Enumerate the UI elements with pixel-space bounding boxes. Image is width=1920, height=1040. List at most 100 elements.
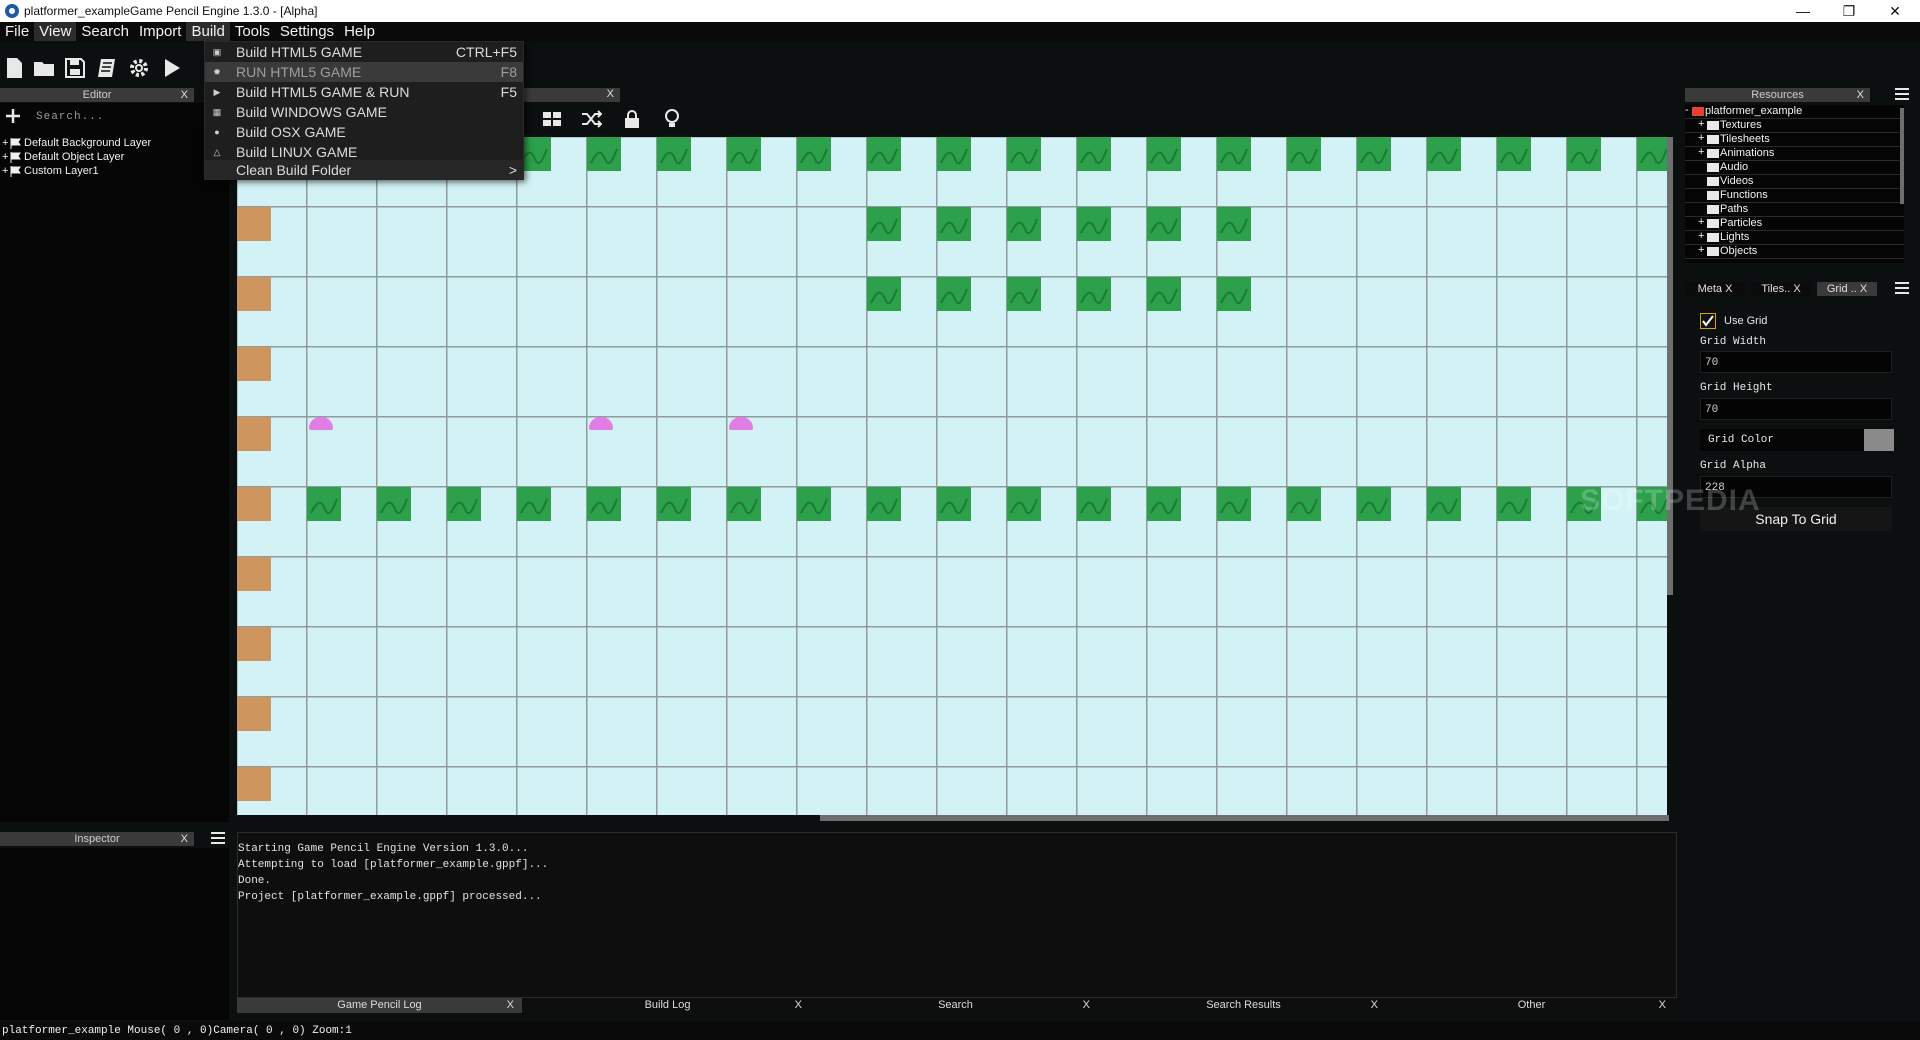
grass-tile [1427,137,1461,171]
menu-tools[interactable]: Tools [230,22,275,41]
lock-icon[interactable] [621,108,643,130]
build-html5-game-run-item[interactable]: ▶ Build HTML5 GAME & RUN F5 [205,82,523,102]
grid-color-swatch[interactable] [1864,429,1894,451]
tab-close-button[interactable]: X [795,998,802,1013]
shuffle-icon[interactable] [580,108,602,130]
folder-icon [1707,135,1719,144]
grass-tile [937,137,971,171]
resources-menu-icon[interactable] [1895,88,1909,100]
grid-view-icon[interactable] [541,108,563,130]
clean-build-folder-item[interactable]: Clean Build Folder > [205,160,523,180]
layer-item[interactable]: + Custom Layer1 [2,165,99,177]
settings-gear-icon[interactable] [127,56,151,80]
menu-build[interactable]: Build [186,22,230,41]
scene-canvas[interactable] [237,137,1667,815]
resources-close-button[interactable]: X [1857,88,1864,102]
folder-icon [1707,219,1719,228]
resource-folder-item[interactable]: Audio [1685,161,1904,175]
tab-close-button[interactable]: X [1371,998,1378,1013]
open-folder-icon[interactable] [32,56,56,80]
resource-folder-item[interactable]: Functions [1685,189,1904,203]
resource-folder-item[interactable]: Videos [1685,175,1904,189]
layer-item[interactable]: + Default Object Layer [2,151,124,163]
scene-tab[interactable]: X [520,88,620,102]
close-window-icon[interactable]: ✕ [1872,0,1918,22]
tab-close-button[interactable]: X [1659,998,1666,1013]
folder-icon [1707,233,1719,242]
grass-tile [1217,137,1251,171]
inspector-close-button[interactable]: X [181,832,188,846]
editor-search-input[interactable]: Search... [28,108,204,126]
folder-icon [1707,163,1719,172]
grid-width-input[interactable]: 70 [1700,351,1892,373]
play-icon[interactable] [160,56,184,80]
scene-vertical-scrollbar[interactable] [1667,137,1673,595]
inspector-menu-icon[interactable] [211,832,225,844]
tab-build-log[interactable]: Build Log X [525,998,810,1013]
tab-search[interactable]: Search X [813,998,1098,1013]
menu-import[interactable]: Import [134,22,187,41]
grass-tile [447,487,481,521]
editor-close-button[interactable]: X [181,88,188,102]
menu-settings[interactable]: Settings [275,22,339,41]
checkmark-icon [1702,315,1714,327]
scene-tab-close-button[interactable]: X [607,88,614,100]
save-all-icon[interactable] [95,56,119,80]
build-linux-game-item[interactable]: △ Build LINUX GAME [205,142,523,162]
slime-enemy [729,417,753,430]
tab-search-results[interactable]: Search Results X [1101,998,1386,1013]
grass-tile [517,487,551,521]
folder-icon [1707,247,1719,256]
grass-tile [1147,137,1181,171]
new-file-icon[interactable] [2,56,26,80]
grass-tile [1567,137,1601,171]
tab-close-button[interactable]: X [1083,998,1090,1013]
grid-panel-menu-icon[interactable] [1895,282,1909,294]
layer-flag-icon [10,151,21,163]
folder-icon [1707,191,1719,200]
lightbulb-icon[interactable] [661,108,683,130]
menu-search[interactable]: Search [76,22,134,41]
folder-icon [1707,149,1719,158]
grid-height-input[interactable]: 70 [1700,398,1892,420]
dirt-tile [237,347,271,381]
resources-scrollbar[interactable] [1900,108,1904,204]
resource-folder-item[interactable]: + Lights [1685,230,1904,245]
tab-other[interactable]: Other X [1389,998,1674,1013]
resource-folder-item[interactable]: + Particles [1685,216,1904,231]
resource-folder-item[interactable]: + Tilesheets [1685,132,1904,147]
minimize-icon[interactable]: — [1780,0,1826,22]
run-html5-game-item[interactable]: ✹ RUN HTML5 GAME F8 [205,62,523,82]
resource-project-root[interactable]: - platformer_example [1685,104,1904,119]
menu-file[interactable]: File [0,22,34,41]
resource-folder-item[interactable]: + Animations [1685,146,1904,161]
apple-logo-icon: ● [214,127,220,137]
tab-grid[interactable]: Grid .. X [1817,282,1877,296]
menu-help[interactable]: Help [339,22,380,41]
restore-icon[interactable]: ❐ [1826,0,1872,22]
grass-tile [727,137,761,171]
grass-tile [1077,277,1111,311]
grass-tile [1147,487,1181,521]
tab-close-button[interactable]: X [507,998,514,1013]
menu-view[interactable]: View [34,22,77,41]
grass-tile [1357,487,1391,521]
layer-item[interactable]: + Default Background Layer [2,137,151,149]
build-osx-game-item[interactable]: ● Build OSX GAME [205,122,523,142]
build-html5-game-item[interactable]: ▣ Build HTML5 GAME CTRL+F5 [205,42,523,62]
resource-folder-item[interactable]: + Textures [1685,118,1904,133]
folder-icon [1707,177,1719,186]
resource-folder-item[interactable]: + Objects [1685,244,1904,259]
build-windows-game-item[interactable]: ▦ Build WINDOWS GAME [205,102,523,122]
tab-tiles[interactable]: Tiles.. X [1751,282,1811,296]
tab-meta[interactable]: Meta X [1685,282,1745,296]
tab-game-pencil-log[interactable]: Game Pencil Log X [237,998,522,1013]
console-line: Done. [238,875,272,887]
build-menu-dropdown: ▣ Build HTML5 GAME CTRL+F5 ✹ RUN HTML5 G… [204,41,524,180]
resource-folder-item[interactable]: Paths [1685,203,1904,217]
use-grid-checkbox[interactable] [1700,313,1716,329]
grass-tile [797,487,831,521]
scene-horizontal-scrollbar[interactable] [820,815,1669,821]
save-icon[interactable] [63,56,87,80]
add-layer-icon[interactable] [5,108,21,124]
